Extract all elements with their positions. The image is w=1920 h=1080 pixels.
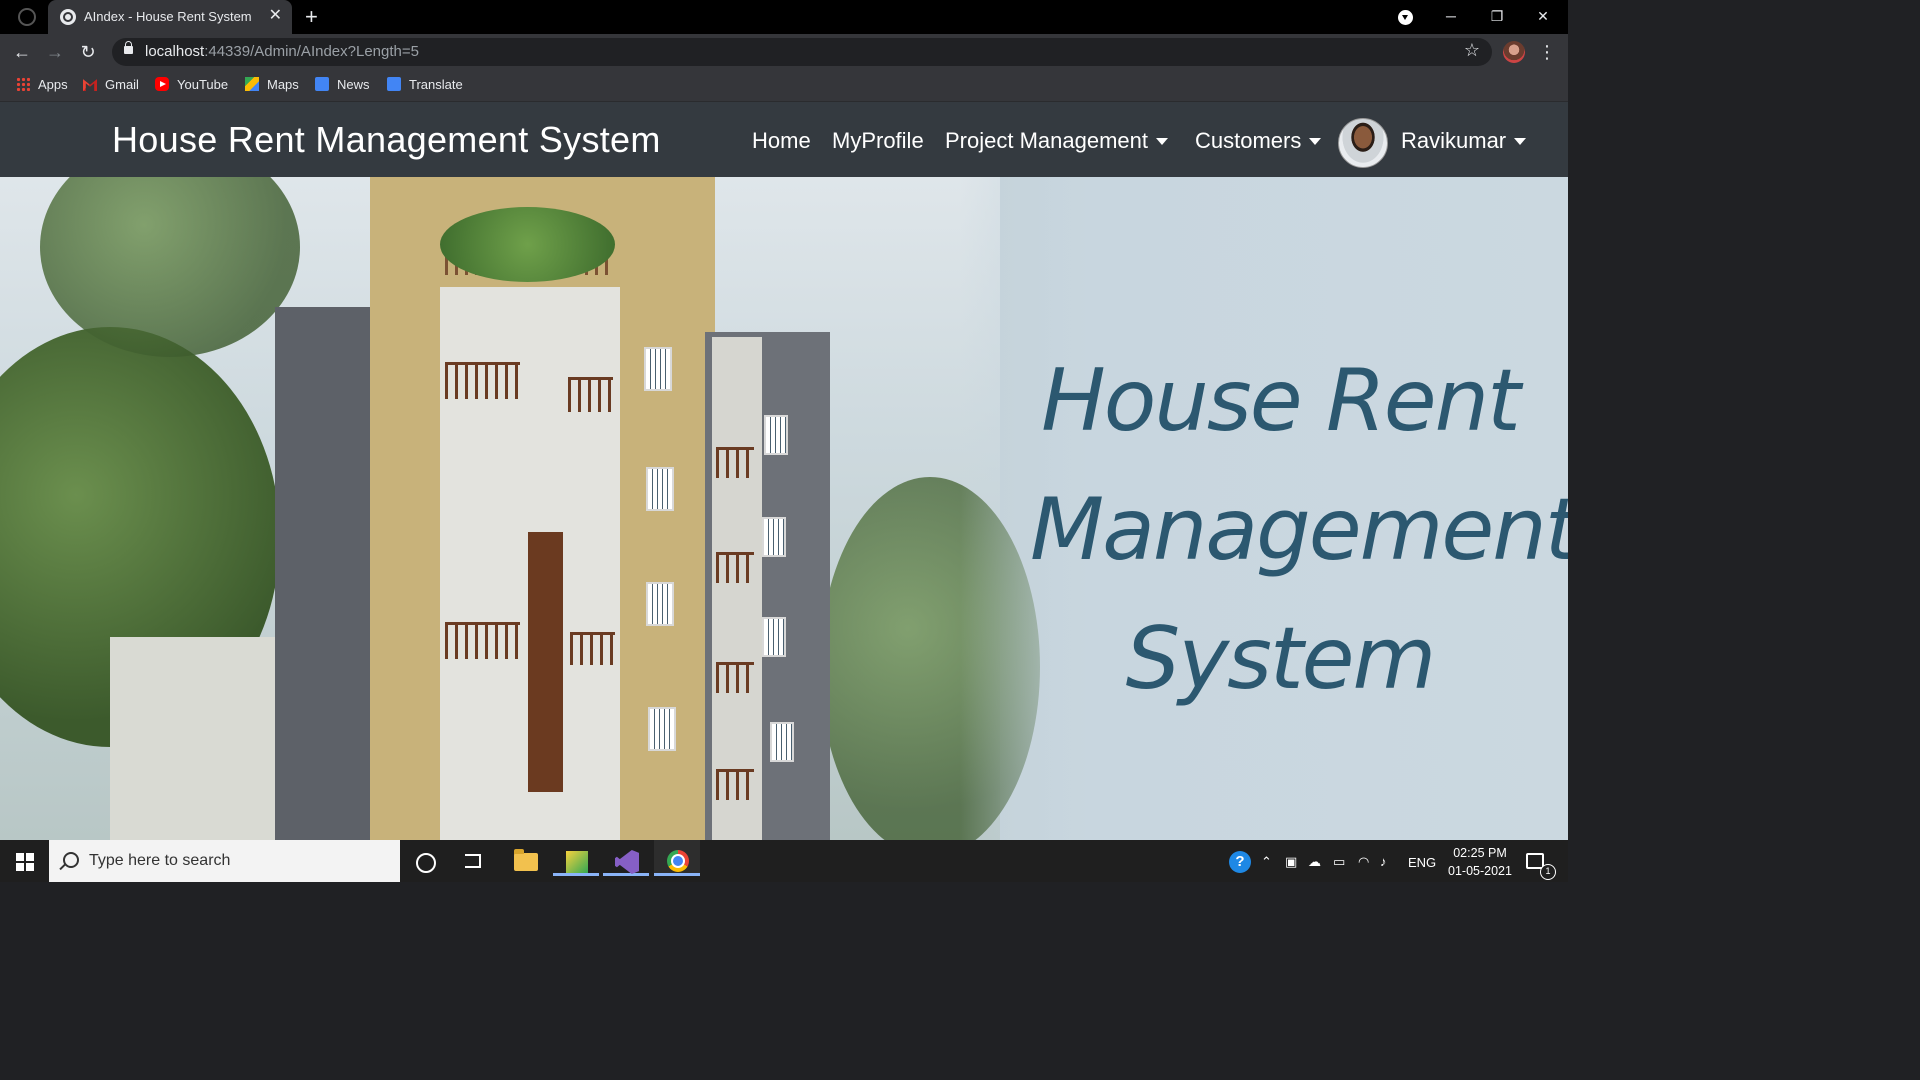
clock-date: 01-05-2021	[1448, 864, 1512, 878]
building-right-balconies	[712, 337, 762, 840]
chrome-icon[interactable]	[667, 850, 689, 872]
caret-down-icon	[1156, 138, 1168, 145]
lock-icon[interactable]	[124, 41, 133, 54]
search-placeholder: Type here to search	[89, 852, 231, 869]
address-bar[interactable]: localhost:44339/Admin/AIndex?Length=5 ☆	[112, 38, 1492, 66]
task-view-icon[interactable]	[465, 854, 481, 868]
close-window-button[interactable]: ✕	[1520, 0, 1566, 34]
new-tab-button[interactable]: +	[305, 4, 318, 30]
window	[644, 347, 672, 391]
youtube-icon	[155, 77, 169, 91]
apps-grid-icon	[16, 77, 30, 91]
balcony-railing	[568, 377, 613, 412]
window	[762, 617, 786, 657]
language-indicator[interactable]: ENG	[1408, 855, 1436, 870]
back-button[interactable]: ←	[10, 40, 34, 64]
wifi-icon[interactable]: ◠	[1358, 854, 1369, 870]
hero-banner: House Rent Management System	[0, 177, 1568, 840]
site-brand[interactable]: House Rent Management System	[112, 119, 661, 161]
nav-customers-dropdown[interactable]: Customers	[1195, 128, 1322, 154]
battery-icon[interactable]: ▭	[1333, 854, 1345, 870]
balcony-railing	[445, 622, 520, 659]
window	[762, 517, 786, 557]
window	[764, 415, 788, 455]
browser-tab-bar: AIndex - House Rent System ✕ + ─ ❐ ✕	[0, 0, 1568, 34]
onedrive-icon[interactable]: ☁	[1308, 854, 1321, 870]
bookmark-news[interactable]: News	[315, 77, 370, 92]
cortana-icon[interactable]	[416, 853, 436, 873]
gmail-icon	[83, 79, 97, 91]
bookmark-apps[interactable]: Apps	[16, 77, 68, 92]
tab-search-icon[interactable]	[1398, 10, 1413, 25]
hero-title-line: Management	[1030, 480, 1568, 580]
bookmark-translate[interactable]: Translate	[387, 77, 463, 92]
search-icon	[63, 852, 79, 868]
nav-myprofile[interactable]: MyProfile	[832, 128, 924, 154]
maps-icon	[245, 77, 259, 91]
window	[770, 722, 794, 762]
news-icon	[315, 77, 329, 91]
bookmark-gmail[interactable]: Gmail	[83, 77, 139, 92]
rooftop-plants	[440, 207, 615, 282]
close-tab-icon[interactable]: ✕	[269, 7, 282, 25]
translate-icon	[387, 77, 401, 91]
notification-count: 1	[1540, 864, 1556, 880]
browser-toolbar: ← → ↻ localhost:44339/Admin/AIndex?Lengt…	[0, 34, 1568, 70]
user-avatar[interactable]	[1338, 118, 1388, 168]
meet-now-icon[interactable]: ▣	[1285, 854, 1297, 870]
balcony-railing	[716, 769, 754, 800]
github-icon[interactable]	[18, 8, 36, 26]
window	[646, 582, 674, 626]
clock-time: 02:25 PM	[1453, 846, 1507, 860]
profile-avatar[interactable]	[1503, 41, 1525, 63]
url-text[interactable]: localhost:44339/Admin/AIndex?Length=5	[145, 43, 419, 60]
hero-title-line: System	[1125, 609, 1437, 709]
forward-button[interactable]: →	[43, 40, 67, 64]
site-navbar: House Rent Management System Home MyProf…	[0, 102, 1568, 177]
restore-button[interactable]: ❐	[1474, 0, 1520, 34]
tab-title: AIndex - House Rent System	[84, 9, 252, 24]
balcony-railing	[716, 662, 754, 693]
file-explorer-icon[interactable]	[514, 849, 538, 871]
balcony-railing	[445, 362, 520, 399]
balcony-railing	[716, 552, 754, 583]
bookmarks-bar: Apps Gmail YouTube Maps News Translate	[0, 70, 1568, 102]
nav-project-management-dropdown[interactable]: Project Management	[945, 128, 1168, 154]
taskbar-clock[interactable]: 02:25 PM 01-05-2021	[1440, 844, 1520, 880]
bookmark-maps[interactable]: Maps	[245, 77, 299, 92]
browser-menu-icon[interactable]: ⋮	[1538, 39, 1556, 65]
hero-title: House Rent Management System	[1030, 337, 1568, 724]
caret-down-icon	[1514, 138, 1527, 145]
bookmark-star-icon[interactable]: ☆	[1464, 40, 1480, 61]
window	[646, 467, 674, 511]
building-left-wing	[110, 637, 290, 840]
volume-icon[interactable]: ♪	[1380, 854, 1387, 869]
taskbar-search-box[interactable]: Type here to search	[49, 840, 400, 882]
building-wood-column	[528, 532, 563, 792]
hero-title-line: House Rent	[1041, 351, 1521, 451]
window	[648, 707, 676, 751]
globe-icon	[60, 9, 76, 25]
reload-button[interactable]: ↻	[76, 40, 100, 64]
balcony-railing	[570, 632, 615, 665]
caret-down-icon	[1309, 138, 1322, 145]
app-icon[interactable]	[566, 851, 588, 873]
nav-home[interactable]: Home	[752, 128, 811, 154]
balcony-railing	[716, 447, 754, 478]
chevron-up-icon[interactable]: ⌃	[1261, 854, 1272, 870]
windows-start-icon[interactable]	[16, 853, 34, 871]
browser-tab-active[interactable]: AIndex - House Rent System ✕	[48, 0, 292, 34]
help-icon[interactable]: ?	[1229, 851, 1251, 873]
bookmark-youtube[interactable]: YouTube	[155, 77, 228, 92]
nav-user-dropdown[interactable]: Ravikumar	[1401, 128, 1527, 154]
minimize-button[interactable]: ─	[1428, 0, 1474, 34]
